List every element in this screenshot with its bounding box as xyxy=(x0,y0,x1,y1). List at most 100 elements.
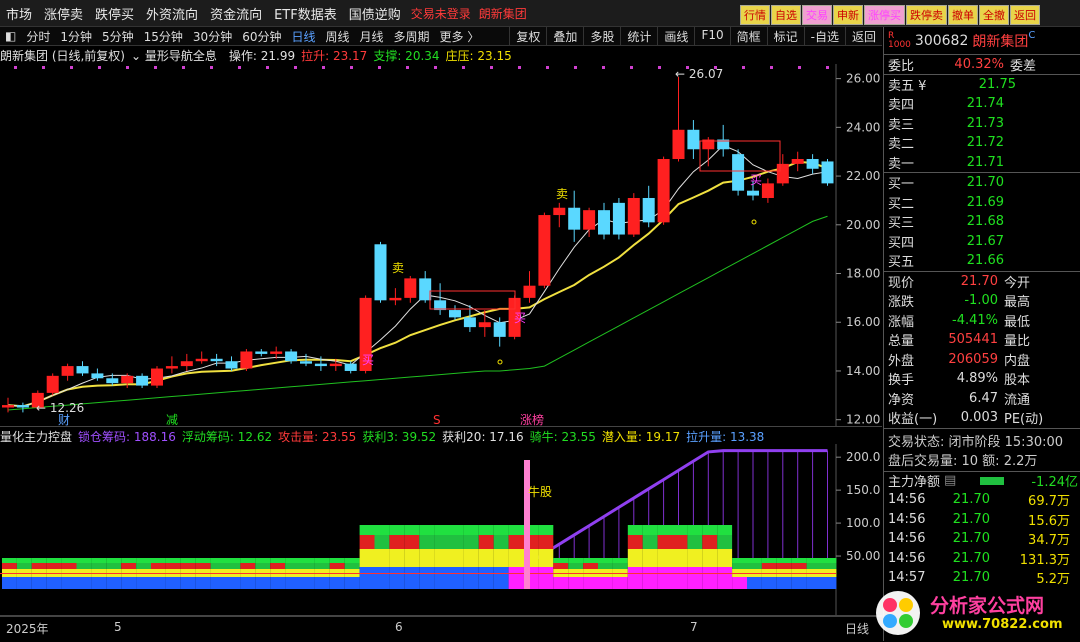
limit-down-sell-button[interactable]: 跌停卖 xyxy=(906,5,947,25)
trade-button[interactable]: 交易 xyxy=(802,5,832,25)
quote-button[interactable]: 行情 xyxy=(740,5,770,25)
tab-multi-period[interactable]: 多周期 xyxy=(389,28,435,45)
band-base xyxy=(583,577,598,589)
band-red xyxy=(702,535,718,549)
multi-stock-button[interactable]: 多股 xyxy=(583,27,620,46)
candle-body xyxy=(165,366,178,369)
cancel-all-button[interactable]: 全撤 xyxy=(979,5,1009,25)
login-alert[interactable]: 交易未登录 xyxy=(407,5,475,22)
stats-button[interactable]: 统计 xyxy=(620,27,657,46)
watermark-url: www.70822.com xyxy=(942,617,1063,632)
band-red xyxy=(776,563,792,569)
marker-s: S xyxy=(433,413,441,427)
menu-bar: 市场 涨停卖 跌停买 外资流向 资金流向 ETF数据表 国债逆购 交易未登录 朗… xyxy=(0,0,1080,27)
band-red xyxy=(300,563,315,569)
limit-up-buy-button[interactable]: 涨停买 xyxy=(864,5,905,25)
watermark-logo: 分析家公式网 www.70822.com xyxy=(872,587,1076,639)
tab-15min[interactable]: 15分钟 xyxy=(139,28,188,45)
stat-row: 现价 21.70 今开 xyxy=(888,273,1031,291)
toolbar-return-button[interactable]: 返回 xyxy=(844,27,882,46)
candle-body xyxy=(374,244,387,301)
band-yellow xyxy=(359,549,375,567)
return-button[interactable]: 返回 xyxy=(1010,5,1040,25)
band-yellow xyxy=(449,549,464,567)
band-base xyxy=(553,577,569,589)
overlay-button[interactable]: 叠加 xyxy=(546,27,583,46)
y-tick-label: 20.00 xyxy=(846,218,880,232)
band-green xyxy=(612,558,628,563)
marker-buy-3: 买 xyxy=(750,173,762,187)
x-period[interactable]: 日线 xyxy=(845,620,869,637)
draw-button[interactable]: 画线 xyxy=(657,27,694,46)
indicator-dropdown[interactable]: ⌄ 量形导航全息 xyxy=(131,47,223,64)
after-hours: 盘后交易量: 10 额: 2.2万 xyxy=(888,453,1038,469)
tab-more[interactable]: 更多 〉 xyxy=(435,28,485,45)
watchlist-button[interactable]: 自选 xyxy=(771,5,801,25)
menu-item-repo[interactable]: 国债逆购 xyxy=(343,4,407,23)
tab-30min[interactable]: 30分钟 xyxy=(188,28,237,45)
main-force-chart[interactable]: 200.0 150.0 100.0 50.00 牛股 xyxy=(0,444,882,616)
band-green xyxy=(568,558,584,563)
tab-daily[interactable]: 日线 xyxy=(286,28,320,45)
band-green xyxy=(180,558,196,563)
tab-1min[interactable]: 1分钟 xyxy=(55,28,97,45)
band-green xyxy=(314,558,330,563)
y-tick-label: 24.00 xyxy=(846,120,880,134)
stock-alert: 朗新集团 xyxy=(478,6,527,21)
band-green xyxy=(300,558,315,563)
top-dot xyxy=(238,66,241,69)
band-base xyxy=(806,577,822,589)
sidebar-toggle-icon[interactable]: ◧ xyxy=(0,29,21,43)
watermark-text: 分析家公式网 xyxy=(930,595,1045,617)
adjust-button[interactable]: 复权 xyxy=(509,27,546,46)
zhuangya-value: 庄压: 23.15 xyxy=(445,49,512,63)
f10-button[interactable]: F10 xyxy=(694,27,729,46)
sell-level-4: 卖四 21.74 xyxy=(888,96,1004,114)
menu-item-etf-table[interactable]: ETF数据表 xyxy=(268,4,343,23)
band-green xyxy=(61,558,77,563)
candle-body xyxy=(747,190,759,196)
band-red xyxy=(717,535,733,549)
band-base xyxy=(657,567,673,589)
band-base xyxy=(255,577,271,589)
menu-item-foreign-flow[interactable]: 外资流向 xyxy=(140,4,204,23)
simple-frame-button[interactable]: 简框 xyxy=(729,27,767,46)
tab-5min[interactable]: 5分钟 xyxy=(97,28,139,45)
band-base xyxy=(747,577,762,589)
menu-item-market[interactable]: 市场 xyxy=(0,4,38,23)
candle-body xyxy=(46,375,59,393)
top-dot xyxy=(658,66,661,69)
top-dot xyxy=(546,66,549,69)
menu-item-limit-up-sell[interactable]: 涨停卖 xyxy=(38,4,89,23)
candle-body xyxy=(404,278,417,298)
menu-item-fund-flow[interactable]: 资金流向 xyxy=(204,4,268,23)
band-green xyxy=(434,525,449,535)
new-stock-button[interactable]: 申新 xyxy=(833,5,863,25)
candle-body xyxy=(314,363,327,367)
sell-level-2: 卖二 21.72 xyxy=(888,135,1004,153)
cancel-order-button[interactable]: 撤单 xyxy=(948,5,978,25)
band-red xyxy=(285,563,300,569)
net-list-icon[interactable]: ▤ xyxy=(944,473,956,488)
op-value: 操作: 21.99 xyxy=(228,49,296,63)
tab-intraday[interactable]: 分时 xyxy=(21,28,55,45)
band-red xyxy=(598,563,613,569)
tab-weekly[interactable]: 周线 xyxy=(321,28,355,45)
x-month-5: 5 xyxy=(114,620,122,634)
tab-monthly[interactable]: 月线 xyxy=(355,28,389,45)
menu-item-limit-down-buy[interactable]: 跌停买 xyxy=(89,4,140,23)
sub-indicator-name[interactable]: 量化主力控盘 xyxy=(0,428,72,444)
band-green xyxy=(225,558,241,563)
tab-60min[interactable]: 60分钟 xyxy=(237,28,286,45)
band-yellow xyxy=(717,549,733,567)
candlestick-chart[interactable]: 26.00 24.00 22.00 20.00 18.00 16.00 14.00 12.00… xyxy=(0,64,882,427)
mark-button[interactable]: 标记 xyxy=(766,27,804,46)
band-green xyxy=(553,558,569,563)
band-red xyxy=(761,563,777,569)
top-dot xyxy=(210,66,213,69)
band-red xyxy=(463,535,479,549)
marker-zhangbang: 涨榜 xyxy=(520,412,544,427)
remove-watch-button[interactable]: -自选 xyxy=(803,27,845,46)
band-green xyxy=(508,525,524,535)
band-red xyxy=(508,535,524,549)
